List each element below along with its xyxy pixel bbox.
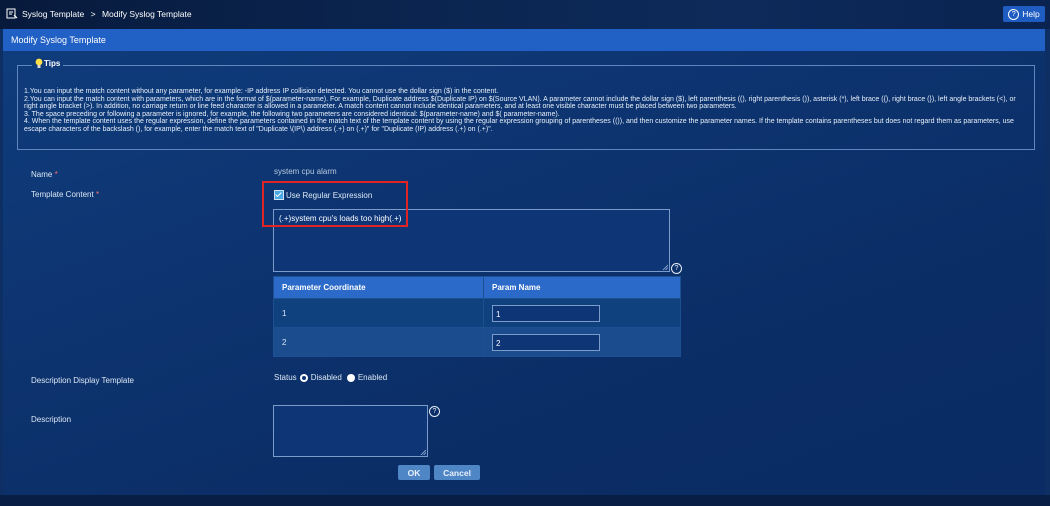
form-content: Tips 1.You can input the match content w… [3,51,1045,495]
tip-line-3: 3. The space preceding or following a pa… [24,110,560,118]
tips-box: Tips 1.You can input the match content w… [17,58,1035,150]
parameter-table: Parameter Coordinate Param Name 1 1 2 2 [273,276,681,357]
breadcrumb-syslog-template[interactable]: Syslog Template [22,9,84,19]
tips-legend: Tips [32,58,64,69]
param-name-cell: 2 [483,327,681,357]
status-label: Status [274,373,297,382]
help-label: Help [1022,9,1040,19]
help-icon: ? [1008,8,1020,20]
breadcrumb-separator: > [90,9,96,19]
status-disabled-label[interactable]: Disabled [311,373,342,382]
breadcrumb: Syslog Template > Modify Syslog Template [22,9,196,19]
table-row: 2 2 [273,327,681,357]
coordinate-cell: 1 [273,298,484,328]
template-content-label: Template Content * [31,190,100,199]
breadcrumb-current: Modify Syslog Template [101,9,192,19]
tip-line-2: 2.You can input the match content with p… [24,95,1016,111]
status-enabled-radio[interactable] [346,373,355,382]
resize-handle-icon[interactable] [662,264,668,270]
param-name-input[interactable]: 2 [492,333,600,351]
required-mark: * [95,190,100,199]
panel-title: Modify Syslog Template [3,29,1045,51]
status-radio-group: Status Disabled Enabled [274,373,387,382]
description-help-icon[interactable]: ? [429,406,440,417]
ok-button[interactable]: OK [398,465,430,480]
status-enabled-label[interactable]: Enabled [358,373,387,382]
description-display-template-label: Description Display Template [31,376,135,385]
tip-line-1: 1.You can input the match content withou… [24,88,499,95]
help-button[interactable]: ? Help [1003,6,1045,22]
description-label: Description [31,415,72,424]
name-value: system cpu alarm [274,167,337,176]
column-header-coordinate: Parameter Coordinate [273,276,484,299]
required-mark: * [54,170,58,179]
status-disabled-radio[interactable] [299,373,308,382]
tips-text: 1.You can input the match content withou… [24,88,1028,134]
param-name-input[interactable]: 1 [492,304,600,322]
column-header-param-name: Param Name [483,276,681,299]
description-textarea[interactable] [273,405,428,457]
tip-line-4: 4. When the template content uses the re… [24,118,1014,133]
table-row: 1 1 [273,298,681,328]
template-help-icon[interactable]: ? [671,263,682,274]
table-header-row: Parameter Coordinate Param Name [273,276,681,299]
highlight-box [262,181,408,227]
lightbulb-icon [35,58,43,68]
param-name-cell: 1 [483,298,681,328]
top-bar: Syslog Template > Modify Syslog Template… [0,0,1050,29]
template-icon [6,8,18,19]
name-label: Name * [31,170,58,179]
tips-title: Tips [44,59,61,68]
cancel-button[interactable]: Cancel [434,465,480,480]
coordinate-cell: 2 [273,327,484,357]
footer-strip [0,495,1050,506]
resize-handle-icon[interactable] [420,449,426,455]
